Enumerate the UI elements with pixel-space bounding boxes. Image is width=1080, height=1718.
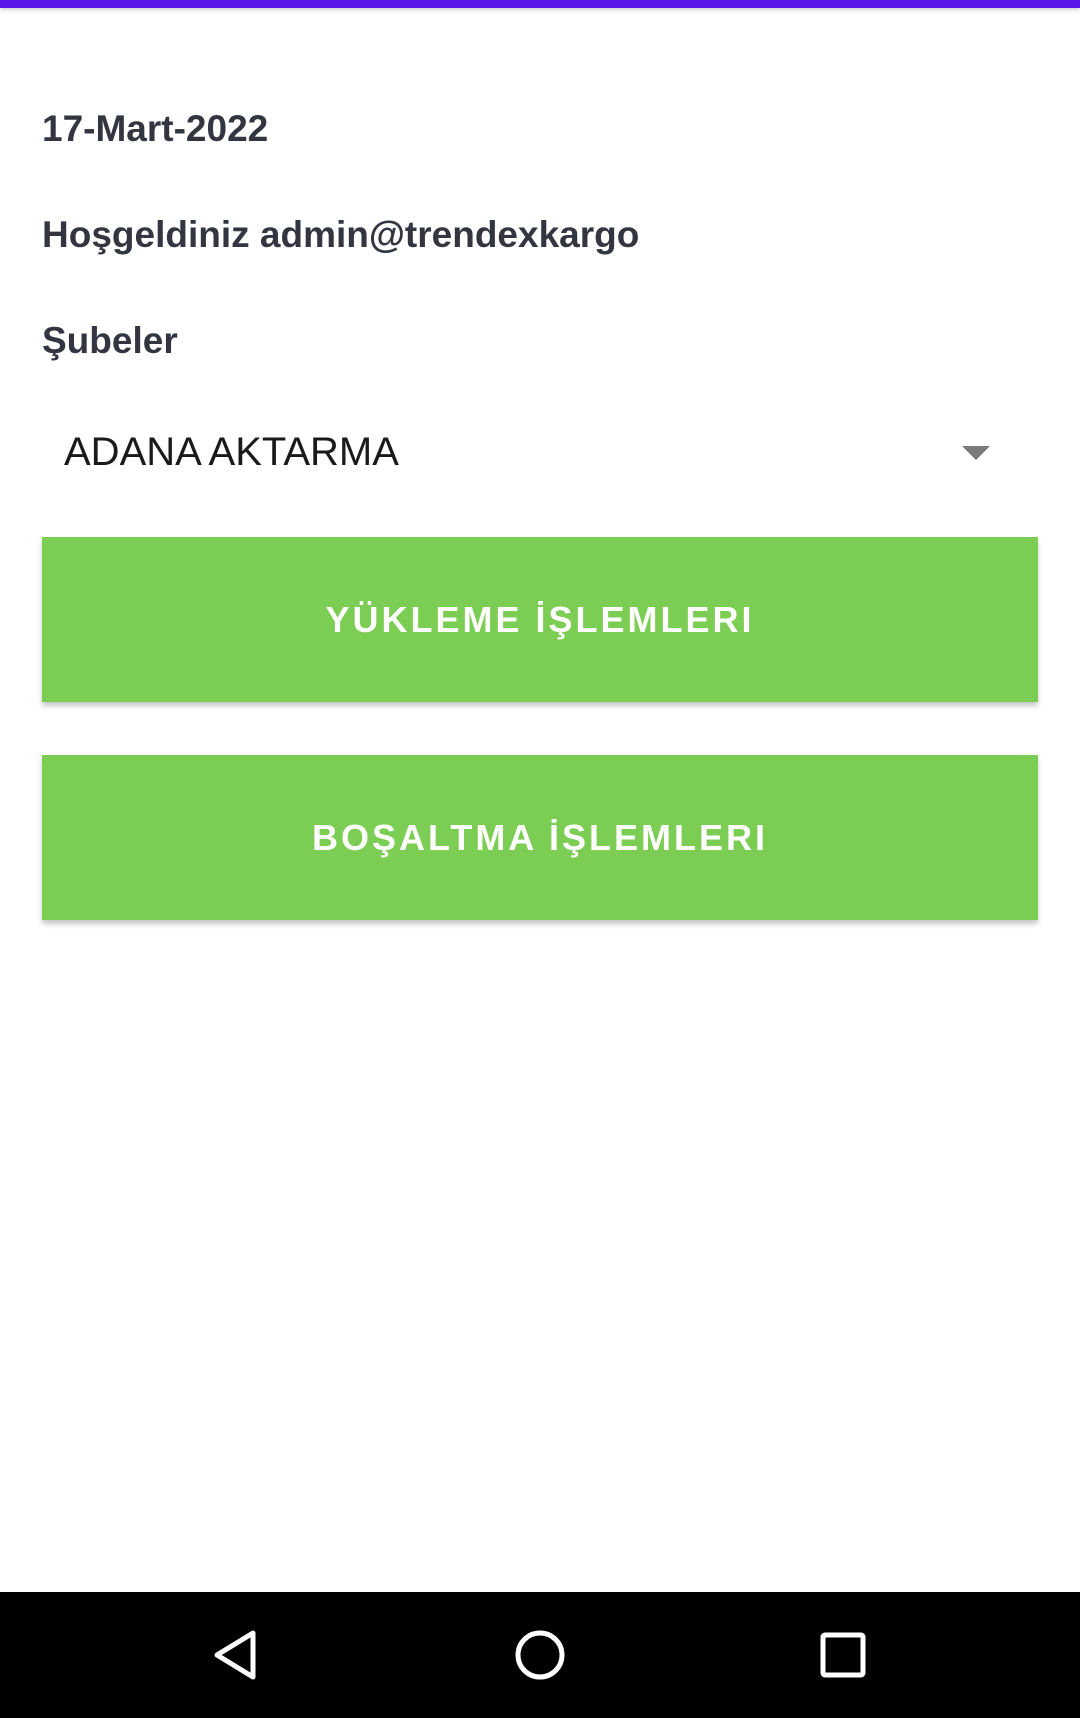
dropdown-arrow-icon — [962, 446, 990, 460]
back-triangle-icon — [214, 1630, 256, 1680]
system-nav-bar — [0, 1592, 1080, 1718]
home-circle-icon — [515, 1630, 565, 1680]
unload-operations-button[interactable]: BOŞALTMA İŞLEMLERI — [42, 755, 1038, 920]
branch-spinner[interactable]: ADANA AKTARMA — [42, 412, 1038, 496]
nav-home-button[interactable] — [480, 1592, 600, 1718]
branches-label: Şubeler — [42, 320, 178, 361]
top-accent-bar — [0, 0, 1080, 8]
date-label: 17-Mart-2022 — [42, 108, 269, 149]
welcome-label: Hoşgeldiniz admin@trendexkargo — [42, 214, 640, 255]
recents-square-icon — [820, 1632, 866, 1678]
branch-selected-value: ADANA AKTARMA — [64, 430, 399, 474]
app-screen: 17-Mart-2022 Hoşgeldiniz admin@trendexka… — [0, 0, 1080, 1718]
nav-recents-button[interactable] — [783, 1592, 903, 1718]
load-operations-button[interactable]: YÜKLEME İŞLEMLERI — [42, 537, 1038, 702]
nav-back-button[interactable] — [177, 1592, 297, 1718]
